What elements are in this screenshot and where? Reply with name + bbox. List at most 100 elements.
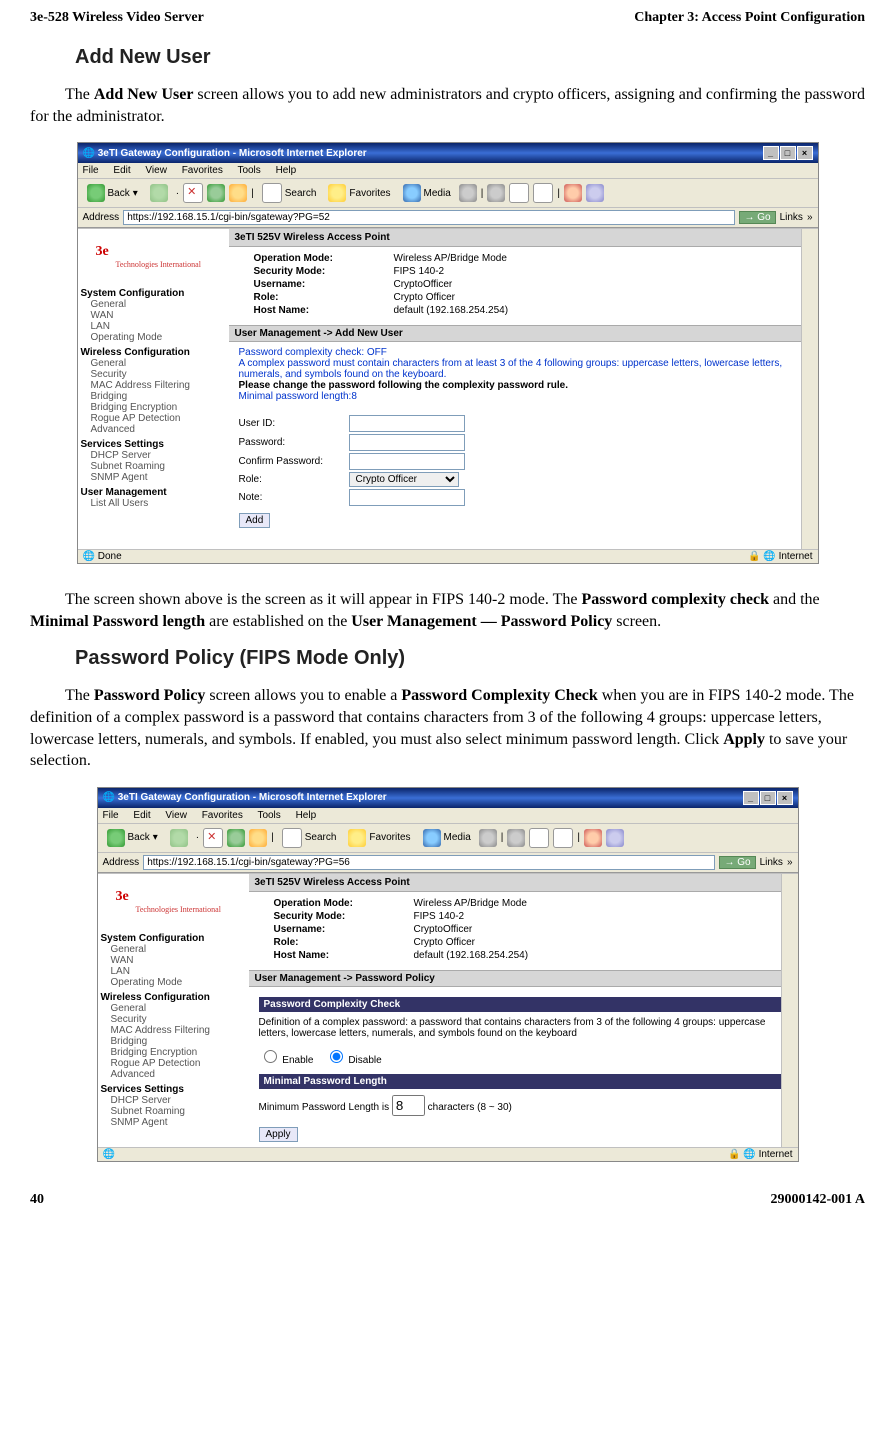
policy-header: Minimal Password Length <box>259 1074 788 1089</box>
home-icon[interactable] <box>249 829 267 847</box>
role-select[interactable]: Crypto Officer <box>349 472 459 487</box>
nav-item[interactable]: Bridging Encryption <box>101 1047 246 1058</box>
password-input[interactable] <box>349 434 465 451</box>
menubar[interactable]: File Edit View Favorites Tools Help <box>78 163 818 179</box>
nav-item[interactable]: General <box>101 944 246 955</box>
nav-item[interactable]: MAC Address Filtering <box>81 380 226 391</box>
nav-item[interactable]: SNMP Agent <box>101 1117 246 1128</box>
print-icon[interactable] <box>529 828 549 848</box>
menu-tools[interactable]: Tools <box>237 165 260 176</box>
stop-icon[interactable] <box>203 828 223 848</box>
links-label[interactable]: Links <box>780 212 803 223</box>
min-length-input[interactable] <box>392 1095 425 1116</box>
nav-item[interactable]: MAC Address Filtering <box>101 1025 246 1036</box>
menu-help[interactable]: Help <box>296 810 317 821</box>
note-input[interactable] <box>349 489 465 506</box>
back-button[interactable]: Back ▾ <box>103 828 162 848</box>
nav-item[interactable]: Security <box>81 369 226 380</box>
nav-system[interactable]: System Configuration <box>81 288 226 299</box>
back-button[interactable]: Back ▾ <box>83 183 142 203</box>
nav-item[interactable]: List All Users <box>81 498 226 509</box>
menu-view[interactable]: View <box>145 165 167 176</box>
nav-item[interactable]: LAN <box>101 966 246 977</box>
userid-input[interactable] <box>349 415 465 432</box>
people-icon[interactable] <box>586 184 604 202</box>
nav-wireless[interactable]: Wireless Configuration <box>81 347 226 358</box>
nav-item[interactable]: Rogue AP Detection <box>101 1058 246 1069</box>
links-label[interactable]: Links <box>760 857 783 868</box>
home-icon[interactable] <box>229 184 247 202</box>
fwd-button[interactable] <box>166 828 192 848</box>
go-button[interactable]: → Go <box>719 856 755 869</box>
menu-view[interactable]: View <box>165 810 187 821</box>
history-icon[interactable] <box>479 829 497 847</box>
go-button[interactable]: → Go <box>739 211 775 224</box>
edit-icon[interactable] <box>533 183 553 203</box>
nav-item[interactable]: LAN <box>81 321 226 332</box>
apply-button[interactable]: Apply <box>259 1127 298 1142</box>
nav-item[interactable]: Rogue AP Detection <box>81 413 226 424</box>
scrollbar[interactable] <box>801 229 818 549</box>
nav-item[interactable]: Bridging <box>101 1036 246 1047</box>
scrollbar[interactable] <box>781 874 798 1147</box>
print-icon[interactable] <box>509 183 529 203</box>
menu-edit[interactable]: Edit <box>133 810 150 821</box>
section-bar: User Management -> Add New User <box>229 325 818 342</box>
media-button[interactable]: Media <box>419 828 475 848</box>
search-button[interactable]: Search <box>258 182 321 204</box>
enable-radio[interactable]: Enable <box>259 1055 314 1066</box>
nav-user-mgmt[interactable]: User Management <box>81 487 226 498</box>
confirm-password-input[interactable] <box>349 453 465 470</box>
nav-services[interactable]: Services Settings <box>101 1084 246 1095</box>
nav-system[interactable]: System Configuration <box>101 933 246 944</box>
menu-file[interactable]: File <box>103 810 119 821</box>
menu-edit[interactable]: Edit <box>113 165 130 176</box>
nav-item[interactable]: General <box>81 358 226 369</box>
nav-wireless[interactable]: Wireless Configuration <box>101 992 246 1003</box>
nav-item[interactable]: Operating Mode <box>81 332 226 343</box>
nav-item[interactable]: Bridging Encryption <box>81 402 226 413</box>
nav-item[interactable]: WAN <box>101 955 246 966</box>
nav-item[interactable]: DHCP Server <box>101 1095 246 1106</box>
mail-icon[interactable] <box>487 184 505 202</box>
nav-item[interactable]: Operating Mode <box>101 977 246 988</box>
window-buttons[interactable]: _□× <box>742 791 793 805</box>
url-input[interactable] <box>143 855 715 870</box>
nav-item[interactable]: Bridging <box>81 391 226 402</box>
media-button[interactable]: Media <box>399 183 455 203</box>
nav-item[interactable]: DHCP Server <box>81 450 226 461</box>
menu-tools[interactable]: Tools <box>257 810 280 821</box>
nav-item[interactable]: General <box>81 299 226 310</box>
search-button[interactable]: Search <box>278 827 341 849</box>
refresh-icon[interactable] <box>227 829 245 847</box>
fwd-button[interactable] <box>146 183 172 203</box>
favorites-button[interactable]: Favorites <box>324 183 394 203</box>
refresh-icon[interactable] <box>207 184 225 202</box>
stop-icon[interactable] <box>183 183 203 203</box>
disable-radio[interactable]: Disable <box>325 1055 382 1066</box>
nav-item[interactable]: Subnet Roaming <box>81 461 226 472</box>
menubar[interactable]: File Edit View Favorites Tools Help <box>98 808 798 824</box>
favorites-button[interactable]: Favorites <box>344 828 414 848</box>
menu-help[interactable]: Help <box>276 165 297 176</box>
menu-file[interactable]: File <box>83 165 99 176</box>
nav-item[interactable]: Advanced <box>101 1069 246 1080</box>
nav-item[interactable]: General <box>101 1003 246 1014</box>
nav-services[interactable]: Services Settings <box>81 439 226 450</box>
menu-favorites[interactable]: Favorites <box>182 165 223 176</box>
people-icon[interactable] <box>606 829 624 847</box>
url-input[interactable] <box>123 210 735 225</box>
nav-item[interactable]: Subnet Roaming <box>101 1106 246 1117</box>
mail-icon[interactable] <box>507 829 525 847</box>
history-icon[interactable] <box>459 184 477 202</box>
nav-item[interactable]: Security <box>101 1014 246 1025</box>
messenger-icon[interactable] <box>584 829 602 847</box>
window-buttons[interactable]: _□× <box>762 146 813 160</box>
messenger-icon[interactable] <box>564 184 582 202</box>
add-button[interactable]: Add <box>239 513 271 528</box>
edit-icon[interactable] <box>553 828 573 848</box>
nav-item[interactable]: Advanced <box>81 424 226 435</box>
nav-item[interactable]: SNMP Agent <box>81 472 226 483</box>
menu-favorites[interactable]: Favorites <box>202 810 243 821</box>
nav-item[interactable]: WAN <box>81 310 226 321</box>
